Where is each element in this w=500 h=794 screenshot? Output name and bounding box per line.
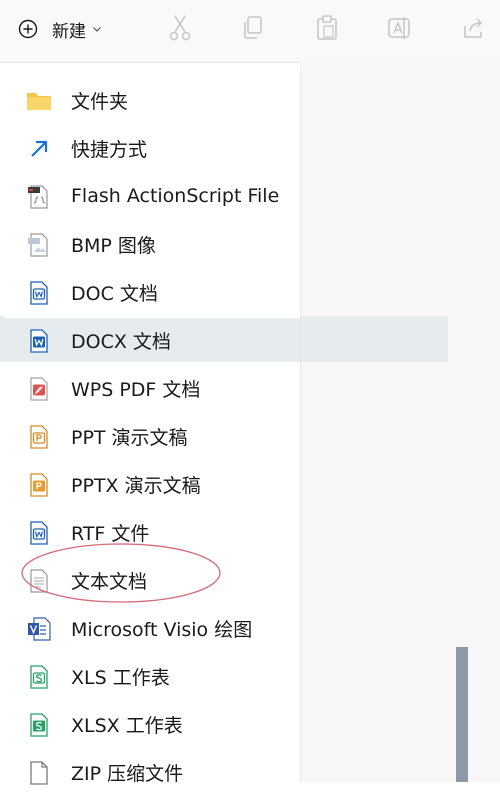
menu-item-label: Flash ActionScript File: [71, 185, 280, 207]
menu-item-ppt[interactable]: PPT 演示文稿: [4, 414, 300, 458]
file-view-background: [300, 62, 500, 782]
xlsx-icon: [30, 713, 48, 737]
zip-icon: [30, 761, 48, 785]
plus-circle-icon: [18, 19, 38, 39]
menu-item-zip[interactable]: ZIP 压缩文件: [4, 750, 300, 794]
menu-item-visio[interactable]: Microsoft Visio 绘图: [4, 606, 300, 650]
new-button[interactable]: 新建: [18, 14, 102, 44]
menu-item-xlsx[interactable]: XLSX 工作表: [4, 702, 300, 746]
menu-item-label: DOC 文档: [71, 282, 158, 305]
menu-item-doc[interactable]: DOC 文档: [4, 270, 300, 314]
share-icon[interactable]: [460, 14, 486, 42]
xls-icon: [30, 665, 48, 689]
new-button-label: 新建: [52, 21, 86, 42]
docx-icon: [30, 329, 48, 353]
folder-icon: [27, 93, 51, 110]
chevron-down-icon: [93, 27, 101, 32]
new-submenu: 文件夹 快捷方式 Flash ActionScript File BMP 图像: [4, 72, 301, 785]
paste-icon[interactable]: [314, 14, 340, 42]
menu-item-label: 快捷方式: [71, 138, 148, 161]
menu-item-label: XLSX 工作表: [71, 714, 183, 737]
menu-item-label: Microsoft Visio 绘图: [71, 618, 253, 641]
menu-item-label: PPTX 演示文稿: [71, 474, 201, 497]
bmp-image-icon: [28, 233, 48, 257]
copy-icon[interactable]: [240, 14, 266, 42]
menu-item-label: 文件夹: [71, 90, 129, 113]
menu-item-label: DOCX 文档: [71, 330, 171, 353]
rename-icon[interactable]: [386, 14, 412, 42]
menu-item-shortcut[interactable]: 快捷方式: [4, 126, 300, 170]
doc-icon: [30, 281, 48, 305]
menu-item-label: ZIP 压缩文件: [71, 762, 184, 785]
command-bar: 新建: [0, 0, 500, 63]
menu-item-bmp[interactable]: BMP 图像: [4, 222, 300, 266]
menu-item-xls[interactable]: XLS 工作表: [4, 654, 300, 698]
menu-item-flash-actionscript[interactable]: Flash ActionScript File: [4, 174, 300, 218]
menu-item-label: BMP 图像: [71, 234, 156, 257]
pptx-icon: [30, 473, 48, 497]
shortcut-arrow-icon: [31, 140, 48, 157]
menu-item-label: XLS 工作表: [71, 666, 170, 689]
ppt-icon: [30, 425, 48, 449]
menu-item-folder[interactable]: 文件夹: [4, 78, 300, 122]
pdf-icon: [30, 377, 48, 401]
menu-item-pptx[interactable]: PPTX 演示文稿: [4, 462, 300, 506]
cut-icon[interactable]: [167, 14, 193, 42]
visio-icon: [28, 617, 51, 641]
annotation-ellipse: [21, 543, 221, 603]
actionscript-file-icon: [28, 185, 48, 209]
menu-item-wps-pdf[interactable]: WPS PDF 文档: [4, 366, 300, 410]
menu-item-docx[interactable]: DOCX 文档: [4, 318, 300, 362]
menu-item-label: PPT 演示文稿: [71, 426, 188, 449]
menu-item-label: WPS PDF 文档: [71, 378, 201, 401]
vertical-scrollbar-thumb[interactable]: [456, 647, 468, 782]
